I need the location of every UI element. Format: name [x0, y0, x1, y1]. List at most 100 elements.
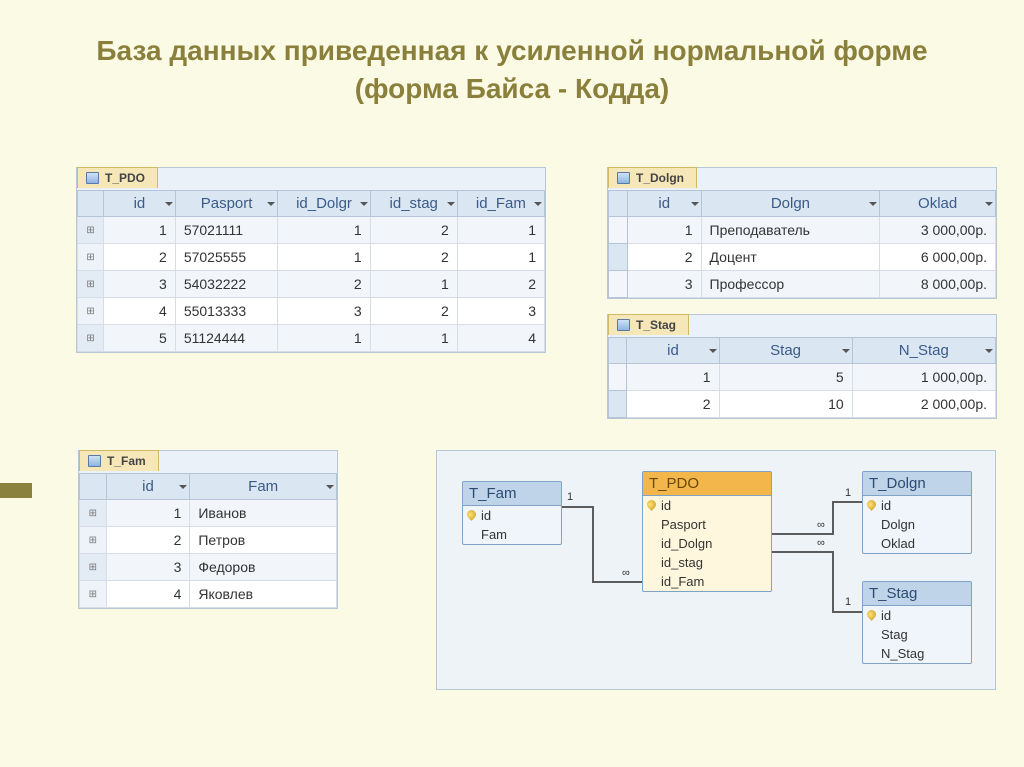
col-stag[interactable]: Stag	[719, 338, 852, 364]
col-oklad[interactable]: Oklad	[880, 191, 996, 217]
expand-icon[interactable]: ⊞	[78, 244, 104, 271]
dropdown-icon	[447, 202, 455, 206]
dropdown-icon	[326, 485, 334, 489]
table-tab-label: T_Fam	[107, 454, 146, 468]
entity-field: id	[463, 506, 561, 525]
relation-label-many: ∞	[817, 537, 825, 549]
relation-label-one: 1	[567, 491, 573, 503]
table-tab-pdo[interactable]: T_PDO	[77, 167, 158, 188]
entity-pdo[interactable]: T_PDO id Pasport id_Dolgn id_stag id_Fam	[642, 471, 772, 592]
col-id-dolgr[interactable]: id_Dolgr	[278, 191, 370, 217]
table-icon	[86, 172, 99, 184]
relation-line	[832, 551, 834, 611]
col-dolgn[interactable]: Dolgn	[701, 191, 880, 217]
entity-field: Dolgn	[863, 515, 971, 534]
page-title: База данных приведенная к усиленной норм…	[0, 0, 1024, 118]
expand-icon[interactable]: ⊞	[78, 271, 104, 298]
col-id-fam[interactable]: id_Fam	[457, 191, 544, 217]
table-dolgn: id Dolgn Oklad 1Преподаватель3 000,00р. …	[608, 190, 996, 298]
expand-icon[interactable]: ⊞	[80, 500, 107, 527]
row-selector-header[interactable]	[78, 191, 104, 217]
table-tab-label: T_Dolgn	[636, 171, 684, 185]
expand-icon[interactable]: ⊞	[80, 581, 107, 608]
entity-dolgn[interactable]: T_Dolgn id Dolgn Oklad	[862, 471, 972, 554]
table-icon	[617, 319, 630, 331]
table-row[interactable]: ⊞2Петров	[80, 527, 337, 554]
dropdown-icon	[709, 349, 717, 353]
entity-fam[interactable]: T_Fam id Fam	[462, 481, 562, 545]
table-row[interactable]: ⊞3Федоров	[80, 554, 337, 581]
relation-line	[832, 611, 862, 613]
slide-decoration	[0, 483, 32, 498]
col-id[interactable]: id	[627, 338, 719, 364]
table-row[interactable]: 3Профессор8 000,00р.	[609, 271, 996, 298]
expand-icon[interactable]: ⊞	[80, 527, 107, 554]
dropdown-icon	[985, 202, 993, 206]
table-icon	[88, 455, 101, 467]
table-window-fam: T_Fam id Fam ⊞1Иванов ⊞2Петров ⊞3Федоров…	[78, 450, 338, 609]
table-window-stag: T_Stag id Stag N_Stag 151 000,00р. 2102 …	[607, 314, 997, 419]
relation-label-many: ∞	[817, 519, 825, 531]
row-selector-header[interactable]	[609, 338, 627, 364]
entity-field: Fam	[463, 525, 561, 544]
row-selector-header[interactable]	[80, 474, 107, 500]
table-tab-fam[interactable]: T_Fam	[79, 450, 159, 471]
table-row[interactable]: ⊞4Яковлев	[80, 581, 337, 608]
col-id[interactable]: id	[627, 191, 701, 217]
dropdown-icon	[267, 202, 275, 206]
dropdown-icon	[985, 349, 993, 353]
entity-title: T_Dolgn	[863, 472, 971, 496]
entity-field: id_Fam	[643, 572, 771, 591]
entity-field: id	[643, 496, 771, 515]
entity-field: Stag	[863, 625, 971, 644]
col-id[interactable]: id	[104, 191, 176, 217]
dropdown-icon	[691, 202, 699, 206]
dropdown-icon	[360, 202, 368, 206]
entity-field: id_stag	[643, 553, 771, 572]
table-icon	[617, 172, 630, 184]
relation-line	[772, 551, 832, 553]
dropdown-icon	[869, 202, 877, 206]
table-pdo: id Pasport id_Dolgr id_stag id_Fam ⊞1570…	[77, 190, 545, 352]
entity-stag[interactable]: T_Stag id Stag N_Stag	[862, 581, 972, 664]
expand-icon[interactable]: ⊞	[78, 217, 104, 244]
entity-field: Oklad	[863, 534, 971, 553]
table-tab-stag[interactable]: T_Stag	[608, 314, 689, 335]
relationship-diagram: T_Fam id Fam T_PDO id Pasport id_Dolgn i…	[436, 450, 996, 690]
table-tab-label: T_Stag	[636, 318, 676, 332]
table-row[interactable]: ⊞551124444114	[78, 325, 545, 352]
relation-line	[832, 501, 862, 503]
table-row[interactable]: 2102 000,00р.	[609, 391, 996, 418]
table-row[interactable]: 151 000,00р.	[609, 364, 996, 391]
table-window-dolgn: T_Dolgn id Dolgn Oklad 1Преподаватель3 0…	[607, 167, 997, 299]
col-pasport[interactable]: Pasport	[175, 191, 278, 217]
table-stag: id Stag N_Stag 151 000,00р. 2102 000,00р…	[608, 337, 996, 418]
table-row[interactable]: 1Преподаватель3 000,00р.	[609, 217, 996, 244]
table-row[interactable]: ⊞455013333323	[78, 298, 545, 325]
table-row[interactable]: ⊞354032222212	[78, 271, 545, 298]
dropdown-icon	[165, 202, 173, 206]
table-tab-dolgn[interactable]: T_Dolgn	[608, 167, 697, 188]
col-fam[interactable]: Fam	[190, 474, 337, 500]
entity-field: id_Dolgn	[643, 534, 771, 553]
table-row[interactable]: ⊞1Иванов	[80, 500, 337, 527]
expand-icon[interactable]: ⊞	[78, 298, 104, 325]
expand-icon[interactable]: ⊞	[80, 554, 107, 581]
expand-icon[interactable]: ⊞	[78, 325, 104, 352]
table-fam: id Fam ⊞1Иванов ⊞2Петров ⊞3Федоров ⊞4Яко…	[79, 473, 337, 608]
row-selector-header[interactable]	[609, 191, 628, 217]
table-row[interactable]: ⊞157021111121	[78, 217, 545, 244]
relation-line	[592, 506, 594, 581]
relation-label-many: ∞	[622, 567, 630, 579]
col-nstag[interactable]: N_Stag	[852, 338, 995, 364]
col-id[interactable]: id	[106, 474, 190, 500]
col-id-stag[interactable]: id_stag	[370, 191, 457, 217]
table-row[interactable]: 2Доцент6 000,00р.	[609, 244, 996, 271]
table-row[interactable]: ⊞257025555121	[78, 244, 545, 271]
dropdown-icon	[842, 349, 850, 353]
dropdown-icon	[179, 485, 187, 489]
relation-label-one: 1	[845, 487, 851, 499]
relation-line	[562, 506, 592, 508]
entity-title: T_Fam	[463, 482, 561, 506]
relation-line	[592, 581, 642, 583]
